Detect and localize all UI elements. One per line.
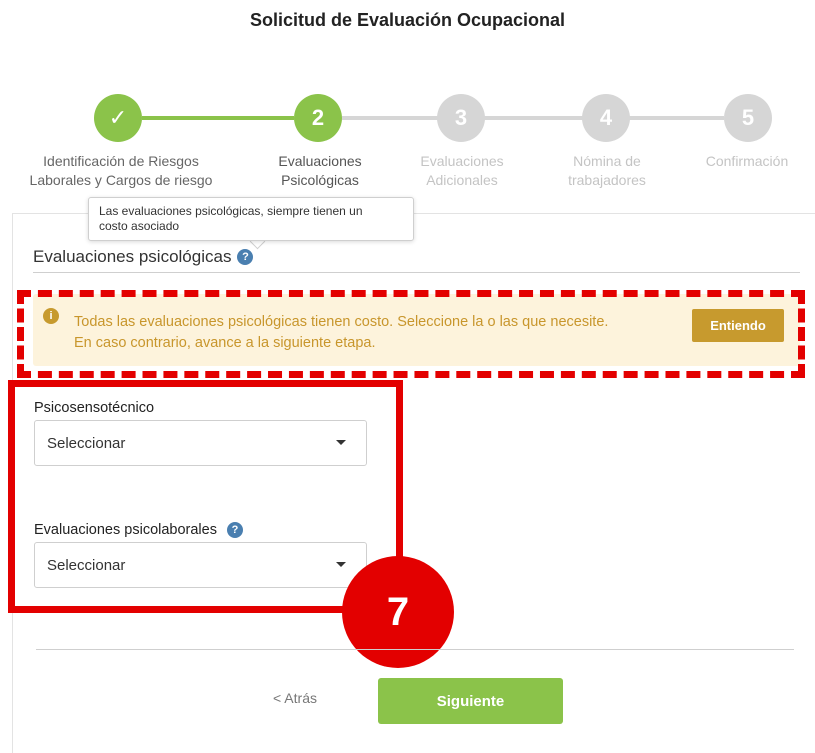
step-3-number: 3 xyxy=(454,105,468,130)
step-5-circle: 5 xyxy=(724,94,772,142)
stepper-line-pending xyxy=(342,116,724,120)
step-2-circle[interactable]: 2 xyxy=(294,94,342,142)
section-divider xyxy=(33,272,800,273)
annotation-highlight-box xyxy=(8,380,403,613)
step-4-label: Nómina de trabajadores xyxy=(568,153,646,188)
help-tooltip: Las evaluaciones psicológicas, siempre t… xyxy=(88,197,414,241)
annotation-dashed-highlight xyxy=(17,290,805,378)
step-1-label: Identificación de Riesgos Laborales y Ca… xyxy=(29,153,213,188)
help-icon[interactable]: ? xyxy=(237,249,254,265)
step-3-label: Evaluaciones Adicionales xyxy=(420,153,504,188)
stepper-line-done xyxy=(142,116,294,120)
back-button[interactable]: < Atrás xyxy=(255,690,335,706)
check-icon: ✓ xyxy=(108,105,128,130)
step-5-label: Confirmación xyxy=(705,153,789,169)
step-4-circle: 4 xyxy=(582,94,630,142)
step-4-number: 4 xyxy=(599,105,613,130)
step-1-circle[interactable]: ✓ xyxy=(94,94,142,142)
page-title: Solicitud de Evaluación Ocupacional xyxy=(249,10,566,30)
step-2-number: 2 xyxy=(311,105,325,130)
annotation-badge: 7 xyxy=(342,556,454,668)
footer-divider xyxy=(36,649,794,650)
step-2-label: Evaluaciones Psicológicas xyxy=(278,153,362,188)
section-title: Evaluaciones psicológicas ? xyxy=(33,247,254,267)
step-5-number: 5 xyxy=(741,105,755,130)
step-3-circle: 3 xyxy=(437,94,485,142)
next-button[interactable]: Siguiente xyxy=(378,678,563,724)
